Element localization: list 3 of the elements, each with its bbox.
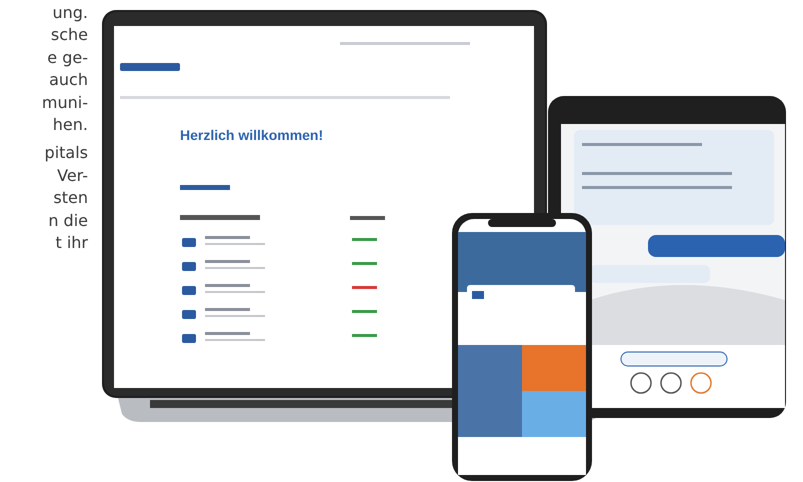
intro-paragraph: ung. sche e ge- auch muni- hen. — [40, 2, 88, 136]
intro-paragraph: pitals Ver- sten n die t ihr — [44, 142, 88, 254]
welcome-heading: Herzlich willkommen! — [180, 127, 324, 143]
